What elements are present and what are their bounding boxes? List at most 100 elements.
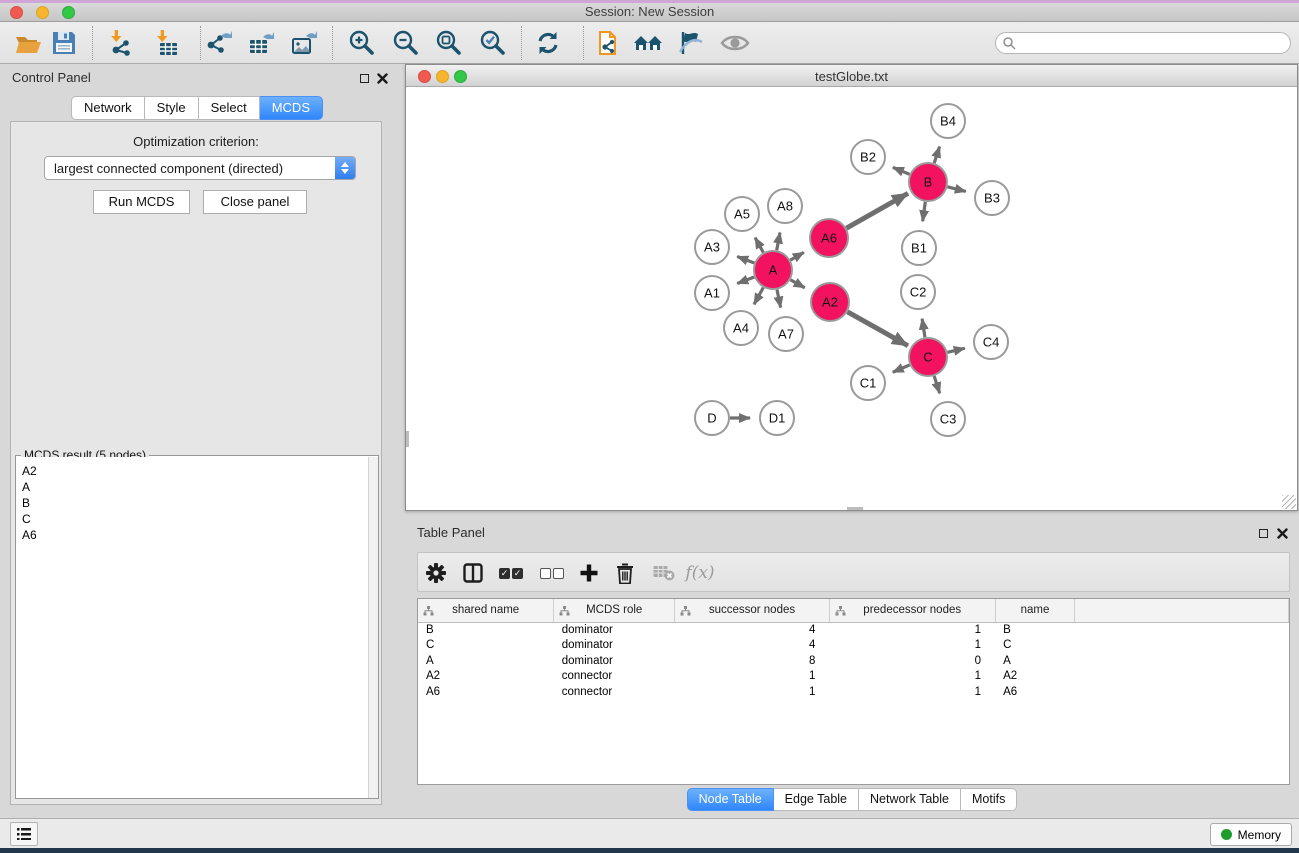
resize-gripper[interactable] xyxy=(1282,495,1296,509)
deselect-all-button[interactable] xyxy=(538,559,566,587)
tab-select[interactable]: Select xyxy=(199,96,260,120)
node-C3[interactable]: C3 xyxy=(931,402,965,436)
node-C2[interactable]: C2 xyxy=(901,275,935,309)
edge-A-A7[interactable] xyxy=(777,290,781,308)
node-A[interactable]: A xyxy=(754,251,792,289)
edge-A-A6[interactable] xyxy=(790,252,803,260)
cell[interactable]: 0 xyxy=(829,653,995,669)
cell[interactable]: A6 xyxy=(418,684,554,700)
cell[interactable]: A6 xyxy=(995,684,1075,700)
node-C4[interactable]: C4 xyxy=(974,325,1008,359)
edge-B-B3[interactable] xyxy=(947,187,965,192)
export-table-button[interactable] xyxy=(244,26,278,60)
cell[interactable]: 1 xyxy=(829,622,995,638)
edge-A-A2[interactable] xyxy=(790,280,804,288)
run-mcds-button[interactable]: Run MCDS xyxy=(93,190,190,214)
export-network-button[interactable] xyxy=(201,26,235,60)
column-header-name[interactable]: name xyxy=(995,599,1075,622)
column-header-mcds-role[interactable]: MCDS role xyxy=(554,599,675,622)
horizontal-scroll-indicator[interactable] xyxy=(847,507,863,510)
cell[interactable]: dominator xyxy=(554,653,675,669)
cell[interactable]: A xyxy=(995,653,1075,669)
save-session-button[interactable] xyxy=(47,26,81,60)
edge-A-A4[interactable] xyxy=(754,288,763,305)
close-table-panel-button[interactable] xyxy=(1276,527,1288,539)
cell[interactable]: C xyxy=(418,638,554,654)
node-A6[interactable]: A6 xyxy=(810,219,848,257)
edge-C-C4[interactable] xyxy=(947,348,964,352)
select-all-button[interactable]: ✓✓ xyxy=(497,559,525,587)
node-B4[interactable]: B4 xyxy=(931,104,965,138)
zoom-in-button[interactable] xyxy=(344,26,378,60)
cell[interactable]: 1 xyxy=(829,669,995,685)
float-table-panel-button[interactable] xyxy=(1257,527,1269,539)
table-row-a6[interactable]: A6connector11A6 xyxy=(418,684,1289,700)
edge-B-B2[interactable] xyxy=(893,167,910,174)
hide-annotations-button[interactable] xyxy=(673,26,707,60)
table-row-a2[interactable]: A2connector11A2 xyxy=(418,669,1289,685)
result-item-a6[interactable]: A6 xyxy=(22,527,368,543)
cell[interactable]: dominator xyxy=(554,638,675,654)
edge-A-A5[interactable] xyxy=(755,238,763,253)
task-history-button[interactable] xyxy=(10,822,38,846)
create-column-button[interactable] xyxy=(575,559,603,587)
node-A3[interactable]: A3 xyxy=(695,230,729,264)
node-A7[interactable]: A7 xyxy=(769,317,803,351)
cell[interactable]: B xyxy=(418,622,554,638)
cell[interactable]: 1 xyxy=(829,638,995,654)
table-row-a[interactable]: Adominator80A xyxy=(418,653,1289,669)
edge-A2-C[interactable] xyxy=(847,312,908,346)
network-window-titlebar[interactable]: testGlobe.txt xyxy=(406,65,1297,87)
table-row-c[interactable]: Cdominator41C xyxy=(418,638,1289,654)
edge-A-A3[interactable] xyxy=(737,257,754,263)
column-header-successor-nodes[interactable]: successor nodes xyxy=(675,599,830,622)
zoom-out-button[interactable] xyxy=(388,26,422,60)
cell[interactable]: connector xyxy=(554,684,675,700)
cell[interactable]: 1 xyxy=(675,669,830,685)
result-item-c[interactable]: C xyxy=(22,511,368,527)
node-D[interactable]: D xyxy=(695,401,729,435)
node-A4[interactable]: A4 xyxy=(724,311,758,345)
zoom-selected-button[interactable] xyxy=(475,26,509,60)
float-panel-button[interactable] xyxy=(358,72,370,84)
home-button[interactable] xyxy=(631,26,665,60)
table-settings-button[interactable] xyxy=(422,559,450,587)
table-tab-motifs[interactable]: Motifs xyxy=(961,788,1017,811)
edge-B-B4[interactable] xyxy=(934,147,939,163)
cell[interactable]: B xyxy=(995,622,1075,638)
node-C[interactable]: C xyxy=(909,338,947,376)
edge-A-A1[interactable] xyxy=(737,277,754,283)
network-canvas[interactable]: B4B2BB3A8A5A6A3B1AC2A1A2A4A7C4CC1C3DD1 xyxy=(406,87,1297,510)
node-A2[interactable]: A2 xyxy=(811,283,849,321)
close-panel-button[interactable] xyxy=(376,72,388,84)
cell[interactable]: 1 xyxy=(829,684,995,700)
export-image-button[interactable] xyxy=(287,26,321,60)
table-row-b[interactable]: Bdominator41B xyxy=(418,622,1289,638)
node-B3[interactable]: B3 xyxy=(975,181,1009,215)
import-network-button[interactable] xyxy=(103,26,137,60)
edge-A-A8[interactable] xyxy=(777,233,780,251)
cell[interactable]: 4 xyxy=(675,622,830,638)
edge-C-C3[interactable] xyxy=(934,376,940,393)
vertical-scroll-indicator[interactable] xyxy=(406,431,409,447)
import-table-button[interactable] xyxy=(149,26,183,60)
table-tab-node-table[interactable]: Node Table xyxy=(687,788,774,811)
table-tab-edge-table[interactable]: Edge Table xyxy=(774,788,859,811)
node-A1[interactable]: A1 xyxy=(695,276,729,310)
search-input[interactable] xyxy=(1020,36,1270,50)
node-B2[interactable]: B2 xyxy=(851,140,885,174)
close-panel-button2[interactable]: Close panel xyxy=(203,190,307,214)
result-item-b[interactable]: B xyxy=(22,495,368,511)
tab-style[interactable]: Style xyxy=(145,96,199,120)
node-B1[interactable]: B1 xyxy=(902,231,936,265)
column-header-shared-name[interactable]: shared name xyxy=(418,599,554,622)
node-C1[interactable]: C1 xyxy=(851,366,885,400)
table-tab-network-table[interactable]: Network Table xyxy=(859,788,961,811)
open-file-button[interactable] xyxy=(11,26,45,60)
cell[interactable]: A2 xyxy=(418,669,554,685)
delete-column-button[interactable] xyxy=(611,559,639,587)
network-from-document-button[interactable] xyxy=(591,26,625,60)
result-item-a[interactable]: A xyxy=(22,479,368,495)
column-header-predecessor-nodes[interactable]: predecessor nodes xyxy=(829,599,995,622)
cell[interactable]: C xyxy=(995,638,1075,654)
